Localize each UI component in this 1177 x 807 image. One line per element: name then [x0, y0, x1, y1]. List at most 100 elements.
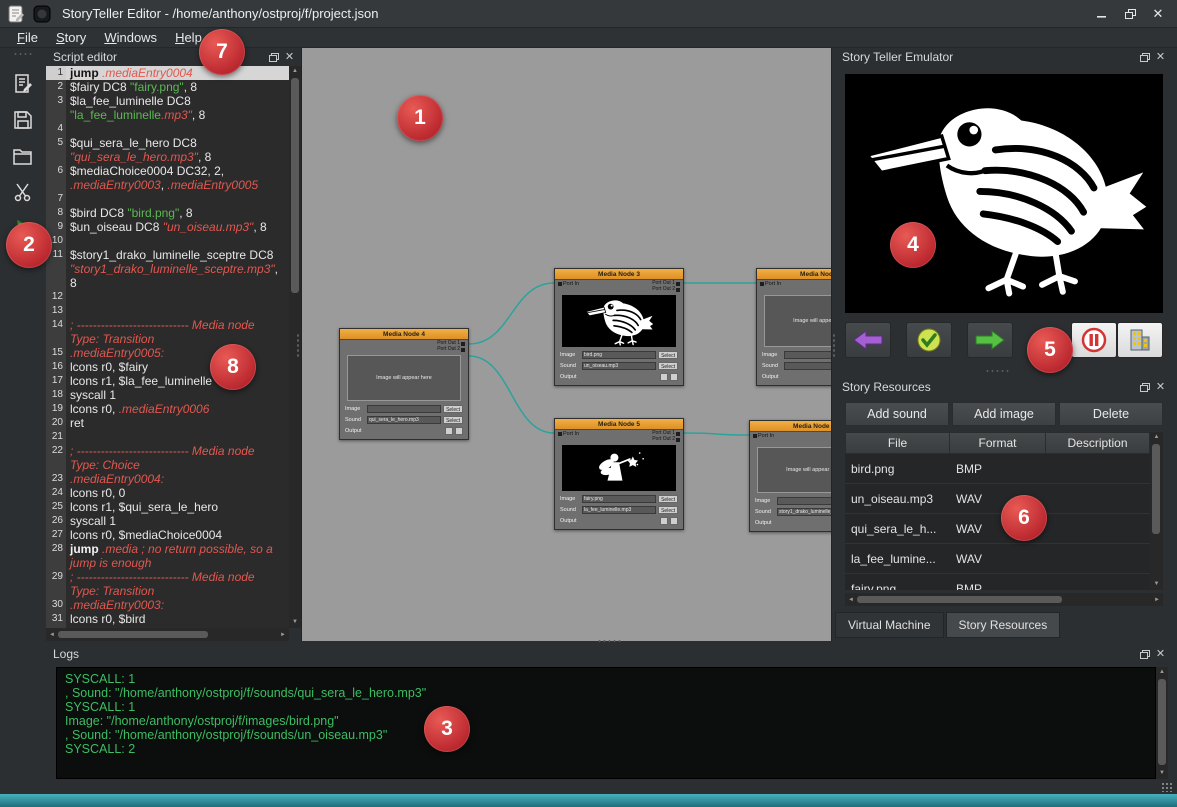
script-line[interactable]: 19lcons r0, .mediaEntry0006 — [46, 402, 289, 416]
select-button[interactable]: Select — [658, 495, 678, 503]
script-line[interactable]: 2$fairy DC8 "fairy.png", 8 — [46, 80, 289, 94]
delete-button[interactable]: Delete — [1059, 402, 1163, 426]
splitter-handle[interactable] — [985, 369, 1011, 373]
emulator-forward-button[interactable] — [967, 322, 1013, 358]
close-icon[interactable]: ✕ — [283, 51, 296, 64]
script-line[interactable]: 7 — [46, 192, 289, 206]
select-button[interactable]: Select — [658, 506, 678, 514]
script-line[interactable]: 6$mediaChoice0004 DC32, 2, — [46, 164, 289, 178]
minimize-button[interactable] — [1089, 4, 1115, 24]
node-option-button[interactable] — [670, 517, 678, 525]
scroll-up-icon[interactable]: ▲ — [289, 66, 301, 77]
graph-node[interactable]: Media Node 4Port Out 1Port Out 2Image wi… — [339, 328, 469, 440]
cut-button[interactable] — [8, 178, 38, 205]
script-line[interactable]: 4 — [46, 122, 289, 136]
node-option-button[interactable] — [455, 427, 463, 435]
open-button[interactable] — [8, 142, 38, 169]
scroll-right-icon[interactable]: ► — [277, 632, 289, 638]
graph-node[interactable]: Media Node 5Port InPort Out 1Port Out 2I… — [554, 418, 684, 530]
toolbar-drag-handle[interactable] — [13, 52, 33, 57]
node-option-button[interactable] — [660, 373, 668, 381]
scroll-left-icon[interactable]: ◄ — [46, 632, 58, 638]
menu-windows[interactable]: Windows — [95, 28, 166, 48]
scroll-up-icon[interactable]: ▲ — [1150, 432, 1163, 443]
script-line[interactable]: 26syscall 1 — [46, 514, 289, 528]
script-line[interactable]: 21 — [46, 430, 289, 444]
select-button[interactable]: Select — [443, 416, 463, 424]
resources-vertical-scrollbar[interactable]: ▲ ▼ — [1150, 432, 1163, 590]
column-header-format[interactable]: Format — [950, 432, 1046, 454]
column-header-file[interactable]: File — [845, 432, 950, 454]
script-line[interactable]: 29; ---------------------------- Media n… — [46, 570, 289, 584]
script-line[interactable]: Type: Transition — [46, 332, 289, 346]
script-line[interactable]: 11$story1_drako_luminelle_sceptre DC8 — [46, 248, 289, 262]
scroll-down-icon[interactable]: ▼ — [1150, 579, 1163, 590]
scroll-up-icon[interactable]: ▲ — [1156, 667, 1168, 678]
close-icon[interactable]: ✕ — [1154, 648, 1167, 661]
script-line[interactable]: 27lcons r0, $mediaChoice0004 — [46, 528, 289, 542]
scroll-left-icon[interactable]: ◄ — [845, 597, 857, 603]
script-line[interactable]: 28jump .media ; no return possible, so a — [46, 542, 289, 556]
node-title[interactable]: Media Node 3 — [555, 269, 683, 280]
log-output[interactable]: SYSCALL: 1, Sound: "/home/anthony/ostpro… — [56, 667, 1156, 779]
script-line[interactable]: 8 — [46, 276, 289, 290]
node-option-button[interactable] — [660, 517, 668, 525]
logs-vertical-scrollbar[interactable]: ▲ ▼ — [1156, 667, 1168, 779]
script-line[interactable]: 22; ---------------------------- Media n… — [46, 444, 289, 458]
table-row[interactable]: bird.pngBMP — [845, 454, 1163, 484]
resources-horizontal-scrollbar[interactable]: ◄ ► — [845, 593, 1163, 606]
node-title[interactable]: Media Node 4 — [340, 329, 468, 340]
emulator-pause-button[interactable] — [1071, 322, 1117, 358]
script-horizontal-scrollbar[interactable]: ◄ ► — [46, 628, 289, 641]
emulator-home-button[interactable] — [1117, 322, 1163, 358]
script-line[interactable]: 25lcons r1, $qui_sera_le_hero — [46, 500, 289, 514]
new-script-button[interactable] — [8, 70, 38, 97]
tab-story-resources[interactable]: Story Resources — [946, 612, 1061, 638]
scrollbar-thumb[interactable] — [857, 596, 1062, 603]
script-line[interactable]: 9$un_oiseau DC8 "un_oiseau.mp3", 8 — [46, 220, 289, 234]
emulator-validate-button[interactable] — [906, 322, 952, 358]
script-line[interactable]: .mediaEntry0003, .mediaEntry0005 — [46, 178, 289, 192]
script-line[interactable]: 30.mediaEntry0003: — [46, 598, 289, 612]
float-icon[interactable] — [1138, 51, 1151, 64]
node-option-button[interactable] — [670, 373, 678, 381]
float-icon[interactable] — [267, 51, 280, 64]
graph-node[interactable]: Media Node 1Port InImage will appear her… — [756, 268, 832, 386]
graph-node[interactable]: Media Node 3Port InPort Out 1Port Out 2I… — [554, 268, 684, 386]
select-button[interactable]: Select — [658, 351, 678, 359]
node-title[interactable]: Media Node 1 — [757, 269, 832, 280]
script-line[interactable]: 1jump .mediaEntry0004 — [46, 66, 289, 80]
node-option-button[interactable] — [445, 427, 453, 435]
emulator-back-button[interactable] — [845, 322, 891, 358]
close-icon[interactable]: ✕ — [1154, 51, 1167, 64]
close-button[interactable]: ✕ — [1145, 4, 1171, 24]
script-line[interactable]: jump is enough — [46, 556, 289, 570]
scrollbar-thumb[interactable] — [1158, 679, 1166, 765]
script-line[interactable]: 24lcons r0, 0 — [46, 486, 289, 500]
restore-button[interactable] — [1117, 4, 1143, 24]
scroll-right-icon[interactable]: ► — [1151, 597, 1163, 603]
add-image-button[interactable]: Add image — [952, 402, 1056, 426]
scrollbar-thumb[interactable] — [58, 631, 208, 638]
node-canvas[interactable]: Media Node 4Port Out 1Port Out 2Image wi… — [301, 48, 832, 641]
resize-grip[interactable] — [1161, 782, 1173, 792]
float-icon[interactable] — [1138, 381, 1151, 394]
script-line[interactable]: 14; ---------------------------- Media n… — [46, 318, 289, 332]
script-line[interactable]: 20ret — [46, 416, 289, 430]
script-line[interactable]: 3$la_fee_luminelle DC8 — [46, 94, 289, 108]
tab-virtual-machine[interactable]: Virtual Machine — [835, 612, 944, 638]
script-line[interactable]: 18syscall 1 — [46, 388, 289, 402]
scrollbar-thumb[interactable] — [1152, 444, 1160, 534]
select-button[interactable]: Select — [443, 405, 463, 413]
script-line[interactable]: 13 — [46, 304, 289, 318]
menu-story[interactable]: Story — [47, 28, 95, 48]
script-line[interactable]: 10 — [46, 234, 289, 248]
script-line[interactable]: 23.mediaEntry0004: — [46, 472, 289, 486]
table-row[interactable]: la_fee_lumine...WAV — [845, 544, 1163, 574]
save-button[interactable] — [8, 106, 38, 133]
column-header-description[interactable]: Description — [1046, 432, 1150, 454]
script-line[interactable]: 31lcons r0, $bird — [46, 612, 289, 626]
script-line[interactable]: "story1_drako_luminelle_sceptre.mp3", — [46, 262, 289, 276]
script-code[interactable]: 1jump .mediaEntry00042$fairy DC8 "fairy.… — [46, 66, 289, 628]
node-title[interactable]: Media Node 6 — [750, 421, 832, 432]
